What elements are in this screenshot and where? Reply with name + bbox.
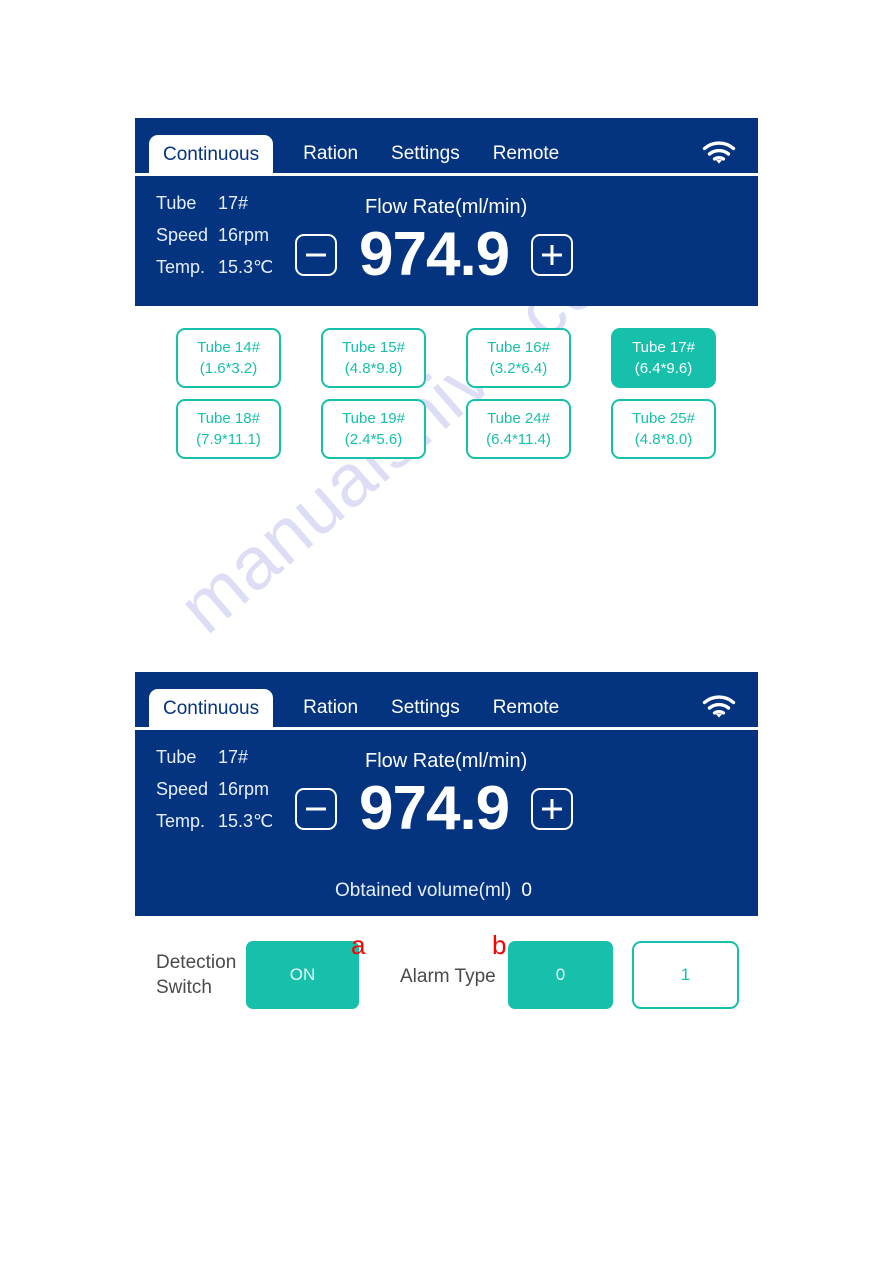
annotation-marker-a: a — [351, 930, 366, 960]
tube-name: Tube 18# — [197, 410, 260, 427]
readout-speed-label: Speed — [156, 225, 209, 245]
readout-tube-label: Tube — [156, 193, 197, 213]
readout-tube-label: Tube — [156, 747, 197, 767]
readouts-bottom: Tube 17# Speed 16rpm Temp. 15.3℃ — [156, 741, 273, 837]
tube-size: (4.8*9.8) — [344, 360, 403, 377]
tube-button-17[interactable]: Tube 17# (6.4*9.6) — [611, 328, 716, 388]
alarm-type-option-0[interactable]: 0 — [508, 941, 613, 1009]
device-screen-top: Continuous Ration Settings Remote Tube 17… — [135, 118, 758, 306]
readout-tube-value: 17# — [218, 193, 249, 213]
tube-button-19[interactable]: Tube 19# (2.4*5.6) — [321, 399, 426, 459]
readout-temp-value: 15.3℃ — [218, 811, 274, 831]
flow-rate-label: Flow Rate(ml/min) — [365, 196, 528, 218]
tab-bar-top: Continuous Ration Settings Remote — [135, 118, 758, 173]
tube-size: (3.2*6.4) — [489, 360, 548, 377]
tube-size: (7.9*11.1) — [196, 431, 261, 448]
tab-ration[interactable]: Ration — [303, 144, 358, 173]
decrement-button[interactable] — [295, 788, 337, 830]
readout-speed: Speed 16rpm — [156, 773, 273, 805]
tube-button-14[interactable]: Tube 14# (1.6*3.2) — [176, 328, 281, 388]
tube-name: Tube 24# — [487, 410, 550, 427]
readout-speed: Speed 16rpm — [156, 219, 273, 251]
tube-button-25[interactable]: Tube 25# (4.8*8.0) — [611, 399, 716, 459]
readout-tube: Tube 17# — [156, 741, 273, 773]
detection-switch-label: Detection Switch — [156, 952, 237, 998]
tube-size: (1.6*3.2) — [199, 360, 258, 377]
tube-size: (4.8*8.0) — [634, 431, 693, 448]
readout-temp-label: Temp. — [156, 257, 206, 277]
panel-body-top: Tube 17# Speed 16rpm Temp. 15.3℃ Flow Rate(… — [135, 176, 758, 306]
flow-rate-stepper: 974.9 — [295, 774, 574, 843]
tab-continuous[interactable]: Continuous — [149, 135, 274, 173]
wifi-icon — [702, 140, 736, 165]
tube-size: (2.4*5.6) — [344, 431, 403, 448]
tube-name: Tube 25# — [632, 410, 695, 427]
annotation-marker-b: b — [492, 930, 507, 960]
increment-button[interactable] — [531, 234, 574, 276]
readouts-top: Tube 17# Speed 16rpm Temp. 15.3℃ — [156, 187, 273, 283]
tab-remote[interactable]: Remote — [493, 698, 560, 727]
flow-rate-stepper: 974.9 — [295, 220, 574, 289]
tube-name: Tube 19# — [342, 410, 405, 427]
tube-selection-grid: Tube 14# (1.6*3.2) Tube 15# (4.8*9.8) Tu… — [176, 328, 736, 459]
flow-rate-value: 974.9 — [359, 774, 510, 843]
panel-body-bottom: Tube 17# Speed 16rpm Temp. 15.3℃ Flow Rate(… — [135, 730, 758, 916]
obtained-volume-label: Obtained volume(ml) — [335, 880, 512, 901]
tube-button-16[interactable]: Tube 16# (3.2*6.4) — [466, 328, 571, 388]
detection-switch-toggle[interactable]: ON — [246, 941, 359, 1009]
tab-settings[interactable]: Settings — [391, 698, 460, 727]
readout-tube-value: 17# — [218, 747, 249, 767]
tube-name: Tube 16# — [487, 339, 550, 356]
readout-temp: Temp. 15.3℃ — [156, 805, 273, 837]
tab-ration[interactable]: Ration — [303, 698, 358, 727]
device-screen-bottom: Continuous Ration Settings Remote Tube 17… — [135, 672, 758, 916]
readout-tube: Tube 17# — [156, 187, 273, 219]
tube-name: Tube 15# — [342, 339, 405, 356]
obtained-volume: Obtained volume(ml) 0 — [335, 880, 532, 902]
decrement-button[interactable] — [295, 234, 337, 276]
tube-size: (6.4*9.6) — [634, 360, 693, 377]
controls-row: Detection Switch ON a Alarm Type 0 b 1 — [135, 932, 758, 1016]
wifi-icon — [702, 694, 736, 719]
tube-name: Tube 14# — [197, 339, 260, 356]
tube-name: Tube 17# — [632, 339, 695, 356]
readout-temp: Temp. 15.3℃ — [156, 251, 273, 283]
flow-rate-value: 974.9 — [359, 220, 510, 289]
tube-button-15[interactable]: Tube 15# (4.8*9.8) — [321, 328, 426, 388]
readout-speed-label: Speed — [156, 779, 209, 799]
increment-button[interactable] — [531, 788, 574, 830]
tube-button-18[interactable]: Tube 18# (7.9*11.1) — [176, 399, 281, 459]
obtained-volume-value: 0 — [521, 880, 532, 901]
tube-button-24[interactable]: Tube 24# (6.4*11.4) — [466, 399, 571, 459]
alarm-type-label: Alarm Type — [400, 966, 496, 987]
tab-bar-bottom: Continuous Ration Settings Remote — [135, 672, 758, 727]
tab-continuous[interactable]: Continuous — [149, 689, 274, 727]
alarm-type-option-1[interactable]: 1 — [632, 941, 739, 1009]
readout-speed-value: 16rpm — [218, 779, 270, 799]
tube-size: (6.4*11.4) — [486, 431, 551, 448]
tab-settings[interactable]: Settings — [391, 144, 460, 173]
tab-remote[interactable]: Remote — [493, 144, 560, 173]
readout-speed-value: 16rpm — [218, 225, 270, 245]
readout-temp-value: 15.3℃ — [218, 257, 274, 277]
flow-rate-label: Flow Rate(ml/min) — [365, 750, 528, 772]
readout-temp-label: Temp. — [156, 811, 206, 831]
